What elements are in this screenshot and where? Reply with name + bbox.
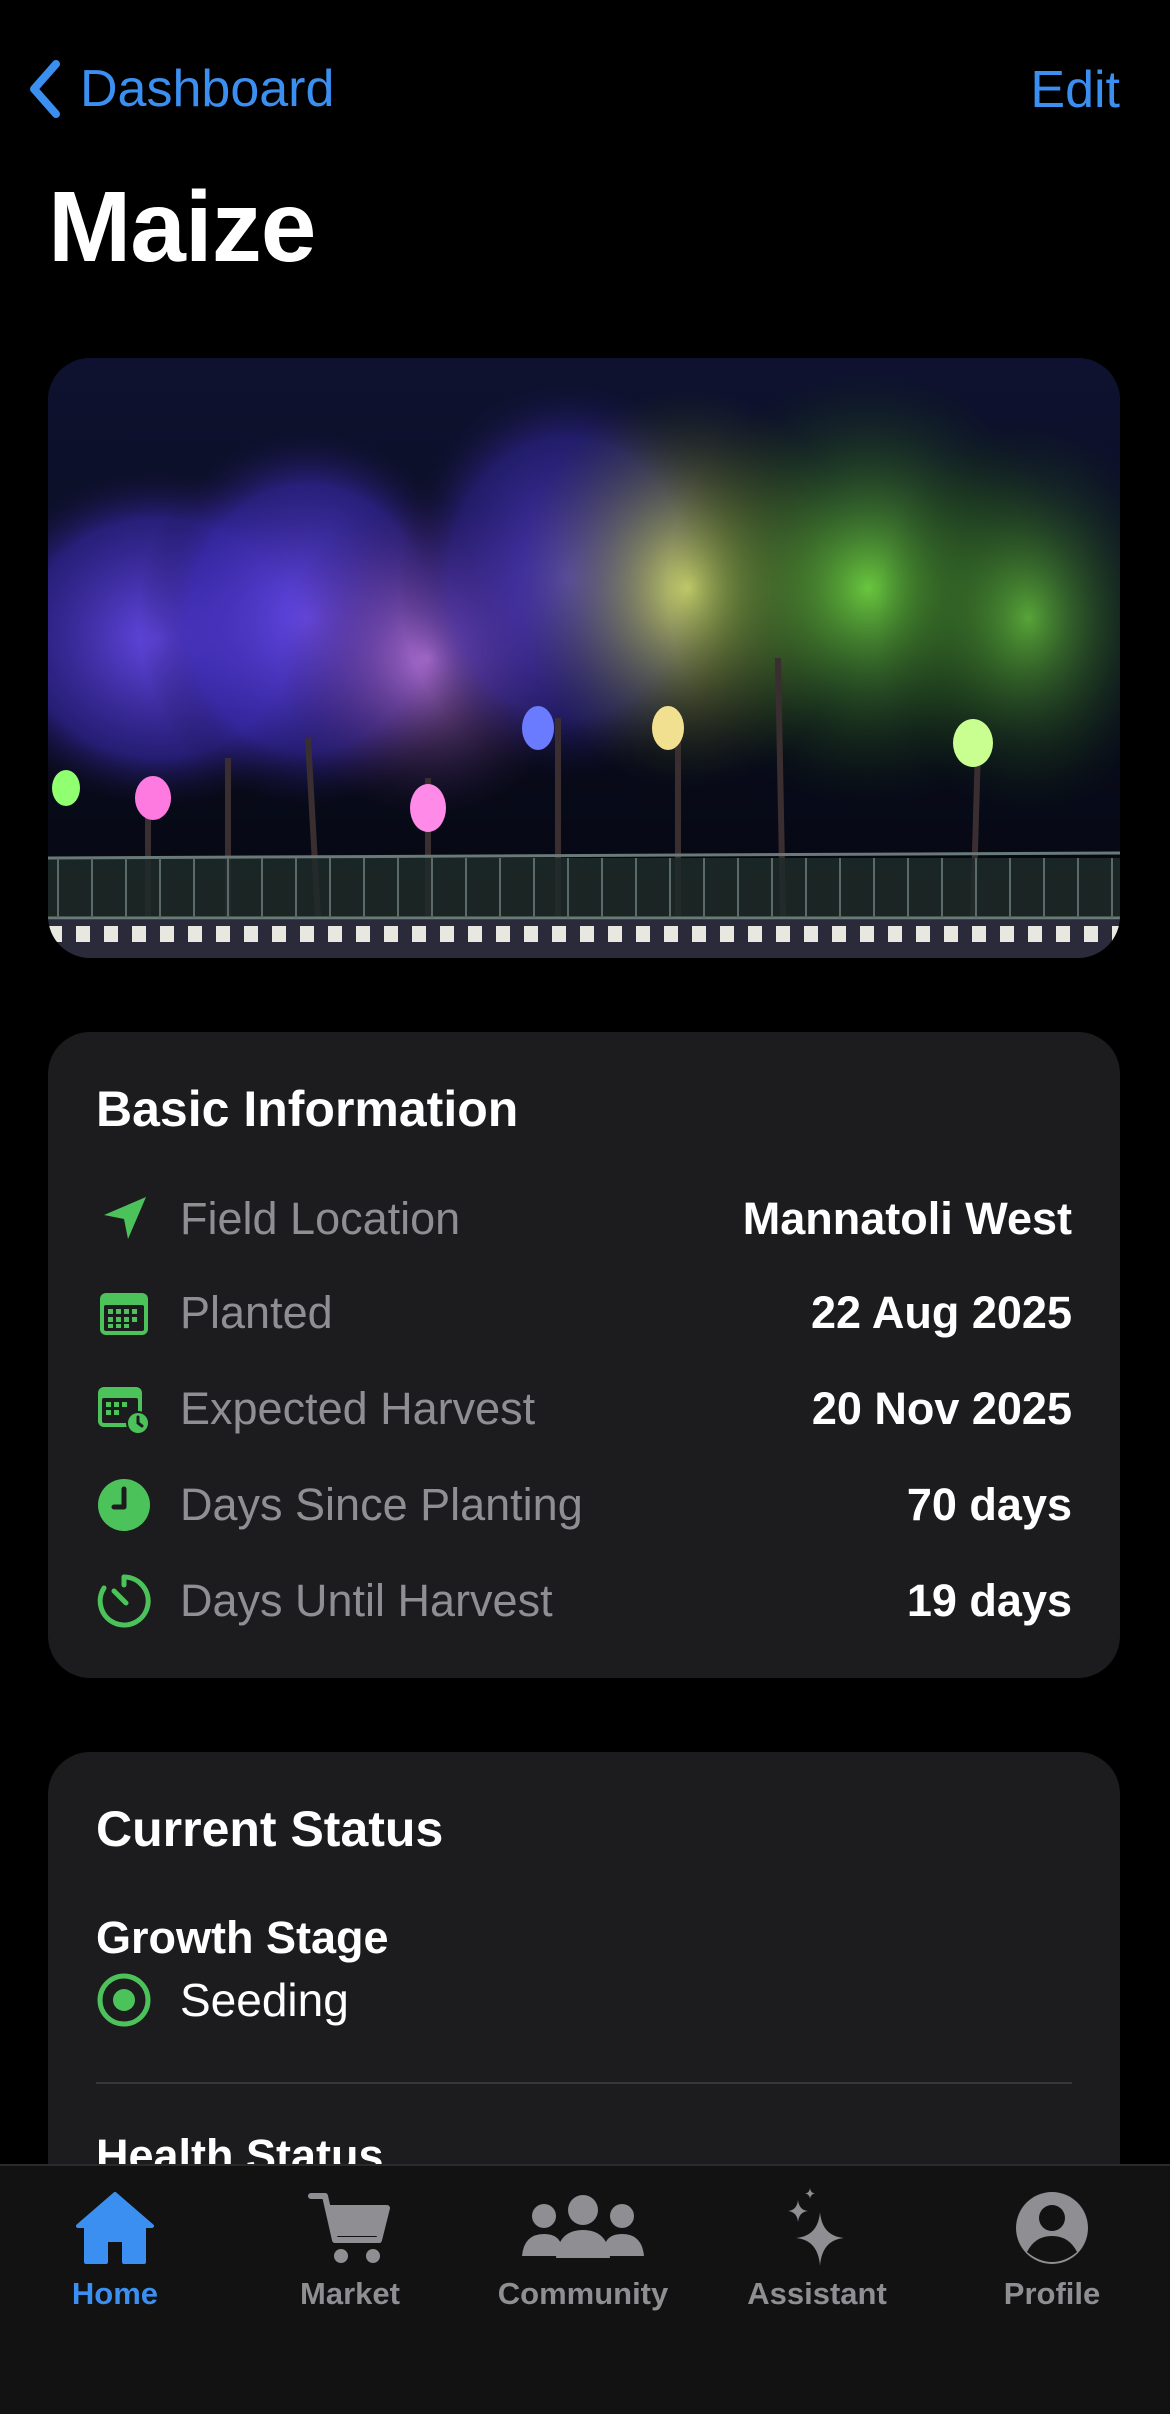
edit-button[interactable]: Edit [1030,60,1120,120]
target-circle-icon [97,1973,151,2027]
tab-community-label: Community [497,2276,669,2311]
people-icon [522,2195,644,2258]
tab-profile[interactable]: Profile [952,2186,1152,2312]
timer-icon [96,1573,152,1629]
house-icon [76,2192,154,2264]
basic-information-card: Basic Information Field Location Mannato… [48,1032,1120,1678]
tab-assistant[interactable]: Assistant [717,2186,917,2312]
tab-assistant-label: Assistant [747,2276,887,2311]
growth-stage-value: Seeding [180,1974,349,2026]
tab-community[interactable]: Community [483,2186,683,2312]
back-button[interactable]: Dashboard [24,58,334,120]
person-circle-icon [1016,2192,1088,2264]
growth-stage-label: Growth Stage [96,1912,389,1963]
days-until-harvest-row: Days Until Harvest 19 days [96,1566,1072,1636]
tab-market[interactable]: Market [250,2186,450,2312]
sparkles-icon [788,2188,844,2266]
tab-bar: Home Market Community Assistant Profile [0,2164,1170,2414]
crop-photo [48,358,1120,958]
expected-harvest-value: 20 Nov 2025 [811,1383,1072,1434]
back-button-label: Dashboard [80,60,335,118]
tab-home[interactable]: Home [15,2186,215,2312]
page-title: Maize [48,171,316,283]
field-location-label: Field Location [180,1193,461,1244]
location-arrow-icon [96,1191,152,1247]
field-location-value: Mannatoli West [742,1193,1072,1244]
cart-icon [308,2193,390,2263]
days-until-harvest-label: Days Until Harvest [180,1575,553,1626]
tab-market-label: Market [300,2276,400,2311]
chevron-left-icon [30,60,60,118]
planted-label: Planted [180,1287,333,1338]
current-status-title: Current Status [96,1801,444,1857]
tab-profile-label: Profile [1003,2276,1101,2311]
days-since-planting-row: Days Since Planting 70 days [96,1470,1072,1540]
divider [96,2082,1072,2084]
navigation-bar: Dashboard Edit [0,52,1170,132]
crop-detail-screen: Dashboard Edit Maize Basic Information F… [0,0,1170,2414]
expected-harvest-row: Expected Harvest 20 Nov 2025 [96,1374,1072,1444]
planted-row: Planted 22 Aug 2025 [96,1278,1072,1348]
expected-harvest-label: Expected Harvest [180,1383,536,1434]
clock-icon [96,1477,152,1533]
growth-stage-row: Seeding [96,1972,349,2028]
days-until-harvest-value: 19 days [906,1575,1072,1626]
planted-value: 22 Aug 2025 [811,1287,1072,1338]
basic-information-title: Basic Information [96,1081,519,1137]
calendar-icon [96,1285,152,1341]
days-since-planting-label: Days Since Planting [180,1479,583,1530]
calendar-clock-icon [96,1381,152,1437]
tab-home-label: Home [71,2276,159,2311]
field-location-row: Field Location Mannatoli West [96,1184,1072,1254]
days-since-planting-value: 70 days [906,1479,1072,1530]
